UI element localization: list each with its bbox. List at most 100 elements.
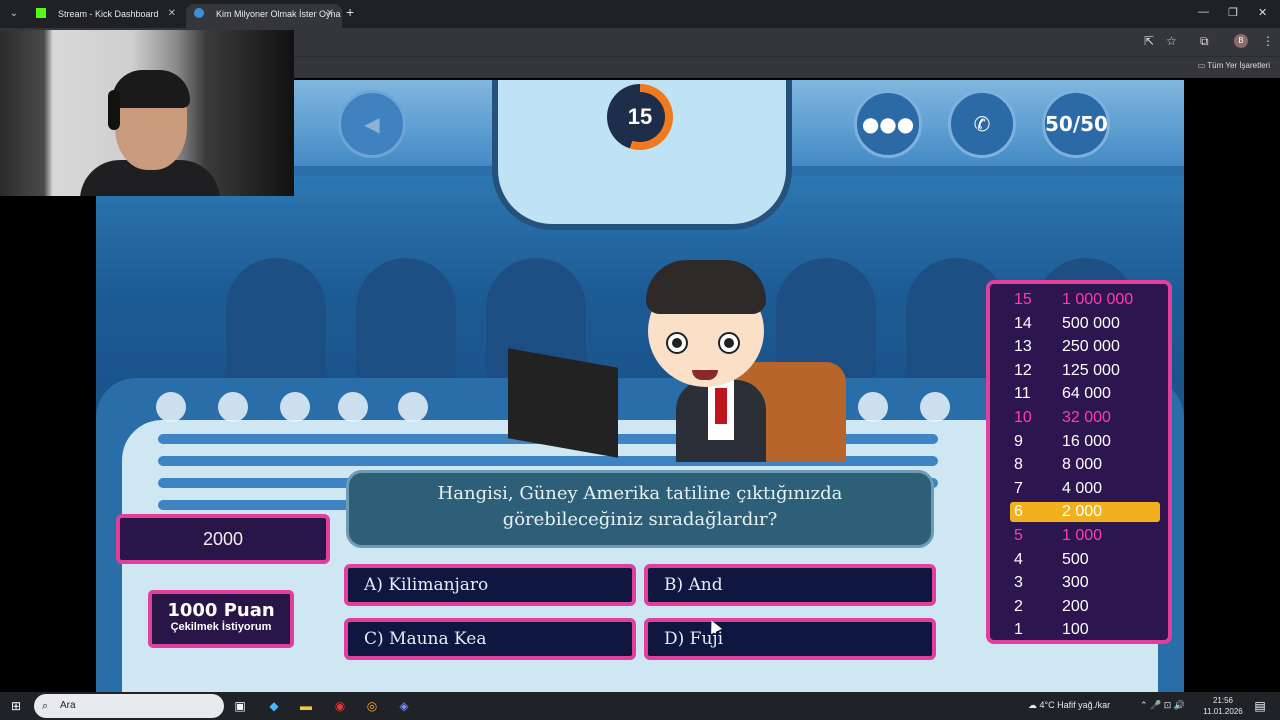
discord-icon[interactable]: ◈ xyxy=(396,698,412,714)
ladder-row: 11 64 000 xyxy=(1010,384,1160,404)
answer-d-button[interactable]: D) Fuji xyxy=(644,618,936,660)
ladder-row: 14 500 000 xyxy=(1010,314,1160,334)
close-icon[interactable]: ✕ xyxy=(168,4,176,24)
ladder-amount: 250 000 xyxy=(1062,338,1120,356)
ladder-amount: 32 000 xyxy=(1062,409,1111,426)
question-box: Hangisi, Güney Amerika tatiline çıktığın… xyxy=(346,470,934,548)
ladder-level: 4 xyxy=(1014,550,1023,568)
weather-text: 4°C Hafif yağ./kar xyxy=(1039,700,1111,710)
ladder-amount: 500 xyxy=(1062,550,1089,568)
timer-value: 15 xyxy=(615,92,665,142)
clock[interactable]: 21:56 11.01.2026 xyxy=(1198,695,1248,717)
search-placeholder: Ara xyxy=(60,700,76,711)
clock-time: 21:56 xyxy=(1212,696,1234,705)
game-icon xyxy=(194,8,204,18)
tab-title: Stream - Kick Dashboard xyxy=(58,9,159,19)
new-tab-button[interactable]: + xyxy=(346,4,354,20)
answer-label: A) Kilimanjaro xyxy=(364,575,489,595)
more-icon[interactable]: ⋮ xyxy=(1262,34,1274,48)
phone-icon[interactable]: ✆ xyxy=(948,90,1016,158)
ladder-row: 10 32 000 xyxy=(1010,408,1160,428)
audience-icon[interactable]: ●●● xyxy=(854,90,922,158)
install-icon[interactable]: ⇱ xyxy=(1144,34,1154,48)
ladder-level: 5 xyxy=(1014,527,1023,544)
ladder-level: 10 xyxy=(1014,409,1032,426)
ladder-amount: 500 000 xyxy=(1062,314,1120,332)
all-bookmarks-link[interactable]: ▭ Tüm Yer İşaretleri xyxy=(1198,61,1270,70)
ladder-amount: 125 000 xyxy=(1062,361,1120,379)
clock-date: 11.01.2026 xyxy=(1203,707,1243,716)
ladder-amount: 100 xyxy=(1062,621,1089,639)
tab-kick-dashboard[interactable]: Stream - Kick Dashboard ✕ xyxy=(28,4,184,28)
taskbar-search[interactable]: ⌕ Ara xyxy=(34,694,224,718)
ladder-level: 8 xyxy=(1014,456,1023,474)
ladder-level: 1 xyxy=(1014,621,1023,639)
speaker-icon[interactable]: ◀ xyxy=(338,90,406,158)
ladder-amount: 300 xyxy=(1062,574,1089,592)
fifty-label: 50/50 xyxy=(1045,112,1108,136)
answer-label: C) Mauna Kea xyxy=(364,629,487,649)
notification-icon[interactable]: ▤ xyxy=(1252,698,1268,714)
tab-game[interactable]: Kim Milyoner Olmak İster Oyna ✕ xyxy=(186,4,342,28)
ladder-row: 4 500 xyxy=(1010,550,1160,570)
ladder-row: 6 2 000 xyxy=(1010,502,1160,523)
weather-widget[interactable]: ☁ 4°C Hafif yağ./kar xyxy=(1028,700,1110,711)
score-box: 2000 xyxy=(116,514,330,564)
score-value: 2000 xyxy=(202,529,244,549)
task-view-icon[interactable]: ▣ xyxy=(232,698,248,714)
close-window-button[interactable]: ✕ xyxy=(1258,6,1267,19)
headphones-icon xyxy=(108,90,120,130)
ladder-level: 12 xyxy=(1014,361,1032,379)
kick-icon xyxy=(36,8,46,18)
extensions-icon[interactable]: ⧉ xyxy=(1200,34,1209,49)
close-icon[interactable]: ✕ xyxy=(326,4,334,24)
ladder-row: 1 100 xyxy=(1010,620,1160,640)
ladder-row: 8 8 000 xyxy=(1010,455,1160,475)
chrome-icon[interactable]: ◎ xyxy=(364,698,380,714)
windows-start-icon[interactable]: ⊞ xyxy=(8,698,24,714)
ladder-level: 13 xyxy=(1014,338,1032,356)
webcam-overlay xyxy=(0,30,294,196)
answer-c-button[interactable]: C) Mauna Kea xyxy=(344,618,636,660)
file-explorer-icon[interactable]: ▬ xyxy=(298,698,314,714)
ladder-amount: 2 000 xyxy=(1062,503,1103,521)
ladder-amount: 1 000 xyxy=(1062,527,1103,544)
withdraw-points: 1000 Puan xyxy=(167,600,275,621)
answer-a-button[interactable]: A) Kilimanjaro xyxy=(344,564,636,606)
ladder-level: 2 xyxy=(1014,597,1023,615)
bookmarks-label: Tüm Yer İşaretleri xyxy=(1207,61,1270,70)
ladder-amount: 1 000 000 xyxy=(1062,291,1134,308)
timer: 15 xyxy=(607,84,673,150)
answer-b-button[interactable]: B) And xyxy=(644,564,936,606)
ladder-level: 11 xyxy=(1014,385,1031,403)
restore-button[interactable]: ❐ xyxy=(1228,6,1238,19)
ladder-row: 2 200 xyxy=(1010,597,1160,617)
answer-label: B) And xyxy=(664,575,723,595)
ladder-row: 15 1 000 000 xyxy=(1010,290,1160,310)
ladder-amount: 8 000 xyxy=(1062,456,1103,474)
tab-title: Kim Milyoner Olmak İster Oyna xyxy=(216,9,341,19)
ladder-level: 7 xyxy=(1014,479,1023,497)
fifty-fifty-button[interactable]: 50/50 xyxy=(1042,90,1110,158)
ladder-level: 15 xyxy=(1014,291,1032,308)
ladder-row: 7 4 000 xyxy=(1010,479,1160,499)
money-ladder: 15 1 000 000 14 500 000 13 250 000 12 125 000 11… xyxy=(986,280,1172,644)
ladder-amount: 200 xyxy=(1062,597,1089,615)
host-monitor xyxy=(508,348,618,458)
profile-avatar[interactable]: B xyxy=(1234,34,1248,48)
obs-icon[interactable]: ◉ xyxy=(332,698,348,714)
ladder-row: 5 1 000 xyxy=(1010,526,1160,546)
star-icon[interactable]: ☆ xyxy=(1166,34,1177,48)
copilot-icon[interactable]: ◆ xyxy=(266,698,282,714)
withdraw-button[interactable]: 1000 Puan Çekilmek İstiyorum xyxy=(148,590,294,648)
question-text: Hangisi, Güney Amerika tatiline çıktığın… xyxy=(437,483,843,530)
tray-icons[interactable]: ⌃ 🎤 ⊡ 🔊 xyxy=(1140,700,1185,711)
tab-search-icon[interactable]: ⌄ xyxy=(6,6,22,22)
ladder-amount: 64 000 xyxy=(1062,385,1111,403)
minimize-button[interactable]: — xyxy=(1198,6,1209,18)
ladder-row: 3 300 xyxy=(1010,573,1160,593)
search-icon: ⌕ xyxy=(42,700,49,712)
host-hair xyxy=(646,260,766,314)
ladder-row: 12 125 000 xyxy=(1010,361,1160,381)
host-tie xyxy=(715,388,727,424)
